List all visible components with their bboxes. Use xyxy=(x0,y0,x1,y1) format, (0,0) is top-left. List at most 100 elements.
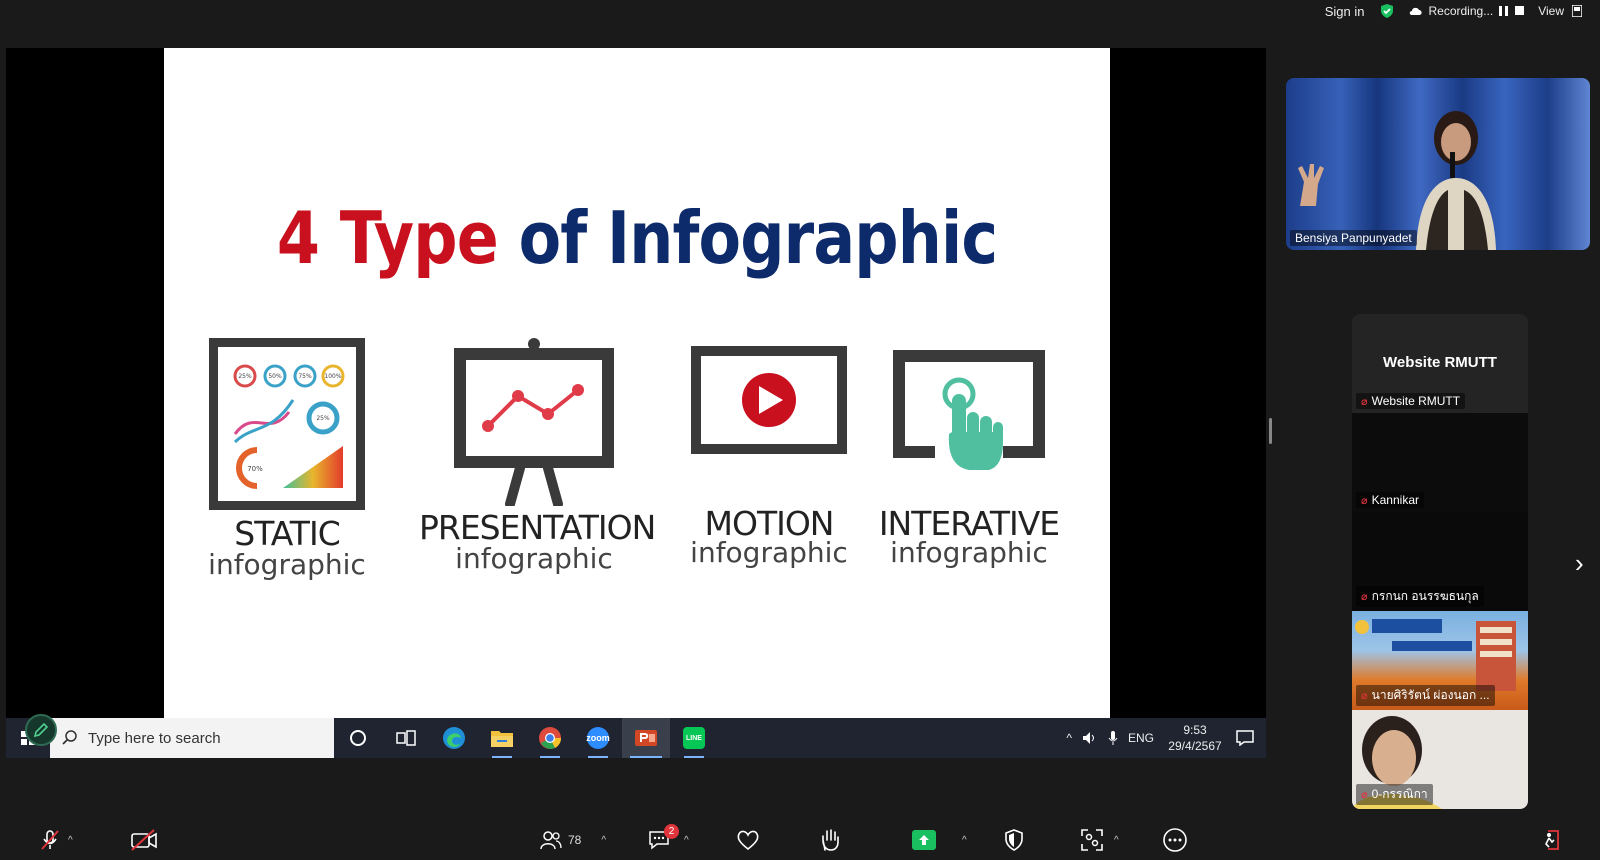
top-right-controls: Sign in Recording... View xyxy=(1325,0,1582,22)
powerpoint-app[interactable] xyxy=(622,718,670,758)
static-sub: infographic xyxy=(208,548,366,581)
zoom-app[interactable]: zoom xyxy=(574,718,622,758)
taskbar-search-box[interactable]: Type here to search xyxy=(50,718,334,758)
cortana-button[interactable] xyxy=(334,718,382,758)
taskbar-clock[interactable]: 9:53 29/4/2567 xyxy=(1164,722,1226,754)
badge-2: 50% xyxy=(268,373,282,380)
security-shield-toolbar-icon xyxy=(1005,829,1023,851)
stop-recording-button[interactable] xyxy=(1515,6,1525,15)
apps-caret-icon[interactable]: ^ xyxy=(1114,835,1119,846)
participants-button[interactable]: 78 ^ xyxy=(540,820,606,860)
top-bar: Sign in Recording... View xyxy=(0,0,1600,46)
tile-name: Kannikar xyxy=(1371,493,1419,507)
zoom-icon: zoom xyxy=(586,727,610,749)
system-tray: ^ ENG 9:53 29/4/2567 xyxy=(1066,722,1266,754)
interactive-sub: infographic xyxy=(890,536,1048,569)
share-up-arrow-icon xyxy=(919,835,929,845)
share-options-caret-icon[interactable]: ^ xyxy=(962,835,967,846)
type-interactive: INTERATIVE infographic xyxy=(854,338,1084,569)
pause-bar-icon xyxy=(1505,6,1509,16)
tile-name: กรกนก อนรรฆธนกุล xyxy=(1371,589,1479,603)
zoom-app-label: zoom xyxy=(586,733,610,743)
security-shield-icon[interactable] xyxy=(1379,3,1395,19)
badge-3: 75% xyxy=(298,373,312,380)
type-motion: MOTION infographic xyxy=(654,338,884,569)
muted-mic-icon: ⌀ xyxy=(1361,789,1368,801)
participant-tile[interactable]: Website RMUTT ⌀ Website RMUTT xyxy=(1352,314,1528,413)
audio-options-caret-icon[interactable]: ^ xyxy=(68,835,73,846)
chat-caret-icon[interactable]: ^ xyxy=(684,835,689,846)
apps-focus-icon xyxy=(1081,829,1103,851)
volume-icon[interactable] xyxy=(1082,731,1098,745)
tile-name-tag: ⌀ Website RMUTT xyxy=(1356,393,1466,409)
file-explorer-app[interactable] xyxy=(478,718,526,758)
leave-button[interactable] xyxy=(1540,820,1564,860)
badge-4: 100% xyxy=(324,373,341,380)
raise-hand-icon xyxy=(822,829,839,851)
share-screen-icon xyxy=(912,830,936,850)
clock-date: 29/4/2567 xyxy=(1168,739,1222,753)
share-screen-button[interactable]: ^ xyxy=(912,820,967,860)
task-view-icon xyxy=(396,730,416,746)
mute-button[interactable]: ^ xyxy=(38,820,73,860)
motion-video-icon xyxy=(691,346,847,454)
start-video-button[interactable] xyxy=(130,820,158,860)
tile-name: 0-กรรณิกา xyxy=(1371,787,1428,801)
participant-tile[interactable]: ⌀ กรกนก อนรรฆธนกุล xyxy=(1352,512,1528,611)
edge-app[interactable] xyxy=(430,718,478,758)
muted-mic-icon: ⌀ xyxy=(1361,395,1368,408)
panel-resize-handle[interactable] xyxy=(1269,418,1272,444)
view-button[interactable]: View xyxy=(1538,4,1582,18)
heart-icon xyxy=(737,830,759,851)
notification-icon[interactable] xyxy=(1236,730,1254,746)
search-icon xyxy=(62,730,77,745)
leave-icon xyxy=(1545,830,1559,850)
chrome-icon xyxy=(539,727,562,749)
security-button[interactable] xyxy=(1004,820,1024,860)
slide-title-blue: of Infographic xyxy=(518,196,998,280)
view-label: View xyxy=(1538,4,1564,18)
participants-caret-icon[interactable]: ^ xyxy=(601,835,606,846)
cortana-circle-icon xyxy=(350,730,366,746)
participant-tile[interactable]: ⌀ นายศิริรัตน์ ผ่องนอก ... xyxy=(1352,611,1528,710)
chrome-app[interactable] xyxy=(526,718,574,758)
tile-name-tag: ⌀ นายศิริรัตน์ ผ่องนอก ... xyxy=(1356,685,1495,706)
pen-icon xyxy=(33,722,49,738)
mic-tray-icon[interactable] xyxy=(1108,730,1118,746)
presentation-slide: 4 Type of Infographic 25% 50% 75% 100% 2… xyxy=(164,48,1110,718)
video-off-icon xyxy=(131,829,157,851)
apps-button[interactable]: ^ xyxy=(1080,820,1119,860)
mic-muted-icon xyxy=(41,830,59,850)
muted-mic-icon: ⌀ xyxy=(1361,690,1368,702)
recording-indicator: Recording... xyxy=(1409,4,1525,18)
speaker-name: Bensiya Panpunyadet xyxy=(1295,231,1412,245)
static-infographic-icon: 25% 50% 75% 100% 25% 70% xyxy=(209,338,365,510)
task-view-button[interactable] xyxy=(382,718,430,758)
presentation-board-icon xyxy=(454,338,614,506)
recording-label: Recording... xyxy=(1428,4,1494,18)
badge-1: 25% xyxy=(238,373,252,380)
speaker-hand-image xyxy=(1298,164,1324,206)
chat-button[interactable]: 2 ^ xyxy=(648,820,689,860)
participants-icon xyxy=(540,831,562,850)
view-grid-icon xyxy=(1572,5,1582,17)
participant-tile[interactable]: ⌀ Kannikar xyxy=(1352,413,1528,512)
cloud-record-icon xyxy=(1409,7,1422,15)
speaker-person-image xyxy=(1416,111,1496,250)
participant-tile[interactable]: ⌀ 0-กรรณิกา xyxy=(1352,710,1528,809)
annotate-pen-button[interactable] xyxy=(25,714,57,746)
participant-gallery: Website RMUTT ⌀ Website RMUTT ⌀ Kannikar… xyxy=(1352,314,1528,809)
search-placeholder: Type here to search xyxy=(88,729,221,747)
sign-in-link[interactable]: Sign in xyxy=(1325,4,1365,19)
pause-recording-button[interactable] xyxy=(1499,6,1503,16)
gauge-label: 70% xyxy=(247,465,263,473)
tray-overflow-chevron-icon[interactable]: ^ xyxy=(1066,731,1072,745)
more-options-button[interactable] xyxy=(1162,820,1188,860)
raise-hand-button[interactable] xyxy=(820,820,842,860)
type-presentation: PRESENTATION infographic xyxy=(419,338,656,575)
next-page-chevron-icon[interactable]: › xyxy=(1575,548,1584,579)
speaker-video[interactable]: Bensiya Panpunyadet xyxy=(1286,78,1590,250)
language-indicator[interactable]: ENG xyxy=(1128,731,1154,745)
reactions-button[interactable] xyxy=(736,820,760,860)
line-app[interactable]: LINE xyxy=(670,718,718,758)
